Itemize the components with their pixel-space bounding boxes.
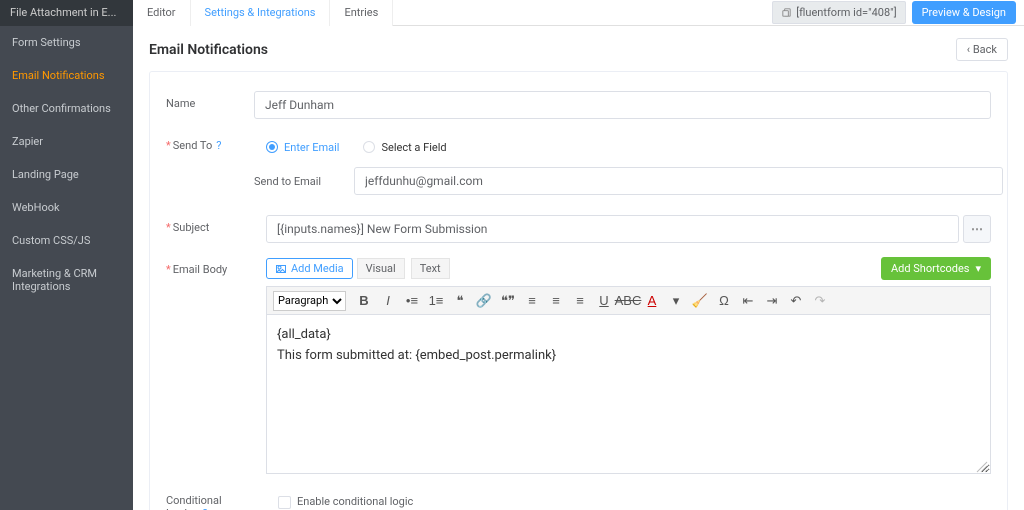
color-dropdown-icon[interactable]: ▾ bbox=[664, 289, 688, 313]
editor-toolbar: Paragraph B I •≡ 1≡ ❝ 🔗 ❝❞ ≡ ≡ ≡ U ABC A bbox=[266, 286, 991, 314]
main-content: Email Notifications ‹ Back Name *Send To… bbox=[133, 26, 1024, 510]
align-right-icon[interactable]: ≡ bbox=[568, 289, 592, 313]
sidebar: Form Settings Email Notifications Other … bbox=[0, 26, 133, 510]
text-color-icon[interactable]: A bbox=[640, 289, 664, 313]
radio-enter-email[interactable]: Enter Email bbox=[266, 141, 339, 154]
sidebar-item-webhook[interactable]: WebHook bbox=[0, 191, 133, 224]
subject-more-button[interactable]: ⋯ bbox=[963, 215, 991, 243]
bold-icon[interactable]: B bbox=[352, 289, 376, 313]
tab-settings[interactable]: Settings & Integrations bbox=[191, 0, 331, 26]
topbar: File Attachment in E... Editor Settings … bbox=[0, 0, 1024, 26]
sidebar-item-zapier[interactable]: Zapier bbox=[0, 125, 133, 158]
mode-text-tab[interactable]: Text bbox=[411, 258, 450, 279]
indent-icon[interactable]: ⇥ bbox=[760, 289, 784, 313]
special-char-icon[interactable]: Ω bbox=[712, 289, 736, 313]
preview-button[interactable]: Preview & Design bbox=[912, 1, 1016, 24]
number-list-icon[interactable]: 1≡ bbox=[424, 289, 448, 313]
link-icon[interactable]: 🔗 bbox=[472, 289, 496, 313]
sidebar-item-marketing-crm[interactable]: Marketing & CRM Integrations bbox=[0, 257, 133, 303]
align-left-icon[interactable]: ≡ bbox=[520, 289, 544, 313]
page-title: Email Notifications bbox=[149, 42, 268, 58]
add-shortcodes-button[interactable]: Add Shortcodes ▾ bbox=[881, 257, 991, 280]
outdent-icon[interactable]: ⇤ bbox=[736, 289, 760, 313]
back-button[interactable]: ‹ Back bbox=[956, 38, 1008, 61]
send-to-label: *Send To? bbox=[166, 133, 254, 152]
enable-conditional-checkbox[interactable]: Enable conditional logic bbox=[278, 495, 413, 508]
email-body-editor[interactable]: {all_data} This form submitted at: {embe… bbox=[266, 314, 991, 474]
strike-icon[interactable]: ABC bbox=[616, 289, 640, 313]
italic-icon[interactable]: I bbox=[376, 289, 400, 313]
settings-card: Name *Send To? Enter Email Select a Fiel… bbox=[149, 71, 1008, 510]
media-icon bbox=[275, 263, 287, 275]
paragraph-select[interactable]: Paragraph bbox=[273, 291, 346, 311]
radio-select-field[interactable]: Select a Field bbox=[363, 141, 446, 154]
send-to-email-input[interactable] bbox=[354, 167, 1003, 195]
email-body-label: *Email Body bbox=[166, 257, 254, 474]
quote-icon[interactable]: ❝ bbox=[448, 289, 472, 313]
chevron-down-icon: ▾ bbox=[975, 262, 981, 275]
undo-icon[interactable]: ↶ bbox=[784, 289, 808, 313]
help-icon[interactable]: ? bbox=[216, 139, 221, 152]
subject-input[interactable] bbox=[266, 215, 959, 243]
tab-editor[interactable]: Editor bbox=[133, 0, 191, 26]
tab-entries[interactable]: Entries bbox=[330, 0, 393, 26]
body-line-2: This form submitted at: {embed_post.perm… bbox=[277, 346, 980, 367]
mode-visual-tab[interactable]: Visual bbox=[357, 258, 405, 279]
body-line-1: {all_data} bbox=[277, 325, 980, 346]
conditional-logics-label: Conditional Logics? bbox=[166, 488, 266, 510]
shortcode-copy[interactable]: [fluentform id="408"] bbox=[772, 1, 905, 24]
unlink-icon[interactable]: ❝❞ bbox=[496, 289, 520, 313]
clipboard-icon bbox=[781, 7, 792, 18]
sidebar-item-form-settings[interactable]: Form Settings bbox=[0, 26, 133, 59]
top-tabs: Editor Settings & Integrations Entries bbox=[133, 0, 393, 26]
clear-format-icon[interactable]: 🧹 bbox=[688, 289, 712, 313]
align-center-icon[interactable]: ≡ bbox=[544, 289, 568, 313]
form-title: File Attachment in E... bbox=[0, 0, 133, 26]
name-input[interactable] bbox=[254, 91, 991, 119]
subject-label: *Subject bbox=[166, 215, 254, 234]
bullet-list-icon[interactable]: •≡ bbox=[400, 289, 424, 313]
redo-icon[interactable]: ↷ bbox=[808, 289, 832, 313]
shortcode-text: [fluentform id="408"] bbox=[796, 6, 896, 19]
add-media-button[interactable]: Add Media bbox=[266, 258, 353, 279]
resize-handle-icon[interactable] bbox=[976, 461, 988, 473]
send-to-email-label: Send to Email bbox=[254, 175, 342, 188]
sidebar-item-custom-css-js[interactable]: Custom CSS/JS bbox=[0, 224, 133, 257]
sidebar-item-landing-page[interactable]: Landing Page bbox=[0, 158, 133, 191]
sidebar-item-other-confirmations[interactable]: Other Confirmations bbox=[0, 92, 133, 125]
underline-icon[interactable]: U bbox=[592, 289, 616, 313]
name-label: Name bbox=[166, 91, 254, 110]
sidebar-item-email-notifications[interactable]: Email Notifications bbox=[0, 59, 133, 92]
send-to-radio-group: Enter Email Select a Field bbox=[254, 133, 991, 161]
